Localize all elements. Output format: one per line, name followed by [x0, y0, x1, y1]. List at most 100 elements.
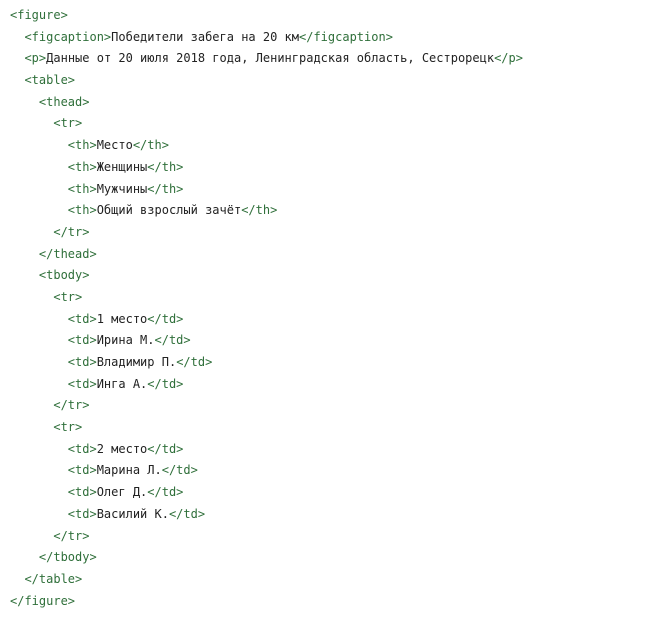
- code-line: <td>Марина Л.</td>: [10, 460, 653, 482]
- code-tag-open: <tr>: [53, 116, 83, 131]
- code-tag-open: <th>: [67, 181, 97, 196]
- code-tag-close: </th>: [241, 203, 278, 218]
- code-line: <th>Мужчины</th>: [10, 179, 653, 201]
- code-tag-open: <td>: [67, 506, 97, 521]
- code-text: Данные от 20 июля 2018 года, Ленинградск…: [46, 51, 495, 66]
- code-tag-open: <tbody>: [38, 268, 90, 283]
- code-tag-open: <td>: [67, 333, 97, 348]
- code-tag-open: </figure>: [10, 593, 76, 608]
- code-text: Ирина М.: [96, 333, 155, 348]
- code-tag-close: </th>: [147, 159, 184, 174]
- code-line: <td>Ирина М.</td>: [10, 330, 653, 352]
- code-tag-open: </tr>: [53, 224, 90, 239]
- code-tag-close: </td>: [161, 463, 198, 478]
- code-line: <th>Общий взрослый зачёт</th>: [10, 200, 653, 222]
- code-tag-open: <td>: [67, 463, 97, 478]
- code-tag-close: </p>: [494, 51, 523, 66]
- code-tag-close: </th>: [147, 181, 184, 196]
- code-line: </tr>: [10, 222, 653, 244]
- code-tag-close: </td>: [147, 441, 184, 456]
- code-block: <figure> <figcaption>Победители забега н…: [0, 0, 653, 622]
- code-tag-open: <td>: [67, 485, 97, 500]
- code-text: Владимир П.: [96, 355, 177, 369]
- code-line: </tr>: [10, 395, 653, 417]
- code-line: </table>: [10, 569, 653, 591]
- code-tag-open: <tr>: [53, 420, 83, 435]
- code-text: 1 место: [96, 311, 148, 326]
- code-text: Инга А.: [96, 376, 148, 391]
- code-line: <td>Василий К.</td>: [10, 504, 653, 526]
- code-line: </figure>: [10, 591, 653, 613]
- code-tag-open: <td>: [67, 376, 97, 391]
- code-line: <tr>: [10, 113, 653, 135]
- code-tag-open: <tr>: [53, 289, 83, 304]
- code-text: Победители забега на 20 км: [111, 29, 299, 44]
- code-tag-close: </th>: [132, 138, 169, 153]
- code-line: <table>: [10, 70, 653, 92]
- code-line: <td>Владимир П.</td>: [10, 352, 653, 374]
- code-line: </tr>: [10, 526, 653, 548]
- code-tag-open: <th>: [67, 138, 97, 153]
- code-tag-open: </thead>: [38, 246, 97, 261]
- code-text: Олег Д.: [96, 485, 148, 500]
- code-line: <tbody>: [10, 265, 653, 287]
- code-text: Женщины: [96, 159, 148, 174]
- code-tag-close: </td>: [147, 376, 184, 391]
- code-tag-open: </tr>: [53, 398, 90, 413]
- code-text: Мужчины: [96, 181, 148, 196]
- code-tag-close: </td>: [154, 333, 191, 348]
- code-tag-open: <p>: [24, 51, 47, 66]
- code-tag-close: </td>: [147, 485, 184, 500]
- code-tag-open: </tbody>: [38, 550, 97, 565]
- code-tag-close: </td>: [168, 506, 206, 521]
- code-line: <thead>: [10, 92, 653, 114]
- code-text: Место: [96, 138, 133, 153]
- code-tag-open: <figcaption>: [24, 29, 112, 44]
- code-line: <tr>: [10, 417, 653, 439]
- code-text: Марина Л.: [96, 463, 162, 478]
- code-text: Общий взрослый зачёт: [96, 203, 242, 218]
- code-tag-open: <thead>: [38, 94, 90, 109]
- code-tag-close: </td>: [147, 311, 184, 326]
- code-line: <p>Данные от 20 июля 2018 года, Ленингра…: [10, 48, 653, 70]
- code-line: <td>Олег Д.</td>: [10, 482, 653, 504]
- code-tag-open: <td>: [67, 355, 97, 369]
- code-tag-open: <table>: [24, 73, 76, 88]
- code-text: Василий К.: [96, 506, 169, 521]
- code-line: <tr>: [10, 287, 653, 309]
- code-line: <td>2 место</td>: [10, 439, 653, 461]
- code-line: <figure>: [10, 5, 653, 27]
- code-line: <th>Женщины</th>: [10, 157, 653, 179]
- code-tag-open: </table>: [24, 571, 83, 586]
- code-line: <td>Инга А.</td>: [10, 374, 653, 396]
- code-line: </thead>: [10, 244, 653, 266]
- code-line: <figcaption>Победители забега на 20 км</…: [10, 27, 653, 49]
- code-tag-open: <th>: [67, 159, 97, 174]
- code-line: <th>Место</th>: [10, 135, 653, 157]
- code-tag-open: <th>: [67, 203, 97, 218]
- code-line: <td>1 место</td>: [10, 309, 653, 331]
